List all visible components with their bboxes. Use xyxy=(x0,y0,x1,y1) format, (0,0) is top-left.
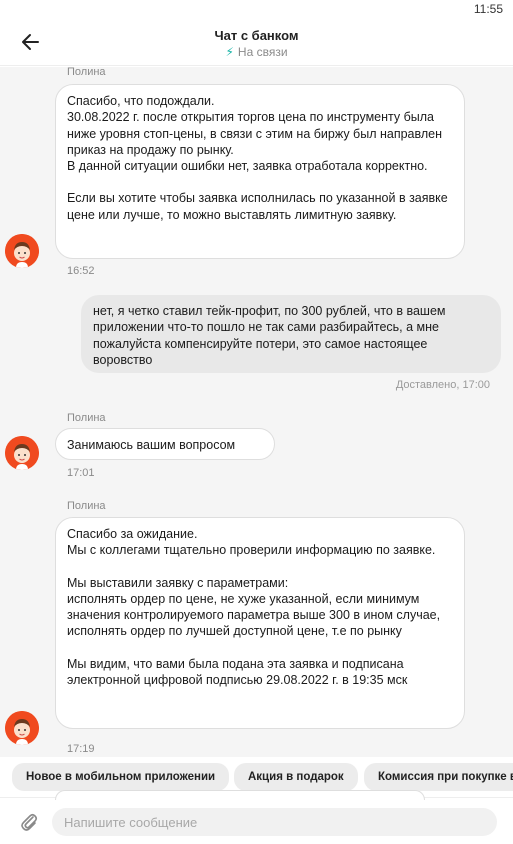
delivery-status: Доставлено, 17:00 xyxy=(395,379,490,391)
incoming-message: Спасибо, что подождали. 30.08.2022 г. по… xyxy=(55,84,465,259)
message-text: Мы видим, что вами была подана эта заявк… xyxy=(67,656,408,688)
message-sender: Полина xyxy=(67,67,106,78)
quick-reply-chip[interactable]: Новое в мобильном приложении xyxy=(12,763,230,791)
online-status: ⚡ На связи xyxy=(0,45,513,59)
paperclip-icon xyxy=(21,813,38,831)
message-text: Занимаюсь вашим вопросом xyxy=(67,438,236,452)
message-composer xyxy=(0,790,513,844)
partial-message-bubble xyxy=(55,790,425,800)
operator-avatar-icon xyxy=(5,436,39,470)
message-text: Спасибо, что подождали. 30.08.2022 г. по… xyxy=(67,94,442,174)
operator-avatar-icon xyxy=(5,234,39,268)
message-input[interactable] xyxy=(52,808,497,836)
attach-button[interactable] xyxy=(18,811,40,833)
quick-reply-chip[interactable]: Акция в подарок xyxy=(234,763,358,791)
message-time: 16:52 xyxy=(67,265,95,277)
message-sender: Полина xyxy=(67,412,106,424)
message-time: 17:19 xyxy=(67,743,95,755)
message-text: нет, я четко ставил тейк-профит, по 300 … xyxy=(93,304,446,367)
chat-messages[interactable]: Полина Спасибо, что подождали. 30.08.202… xyxy=(0,67,513,757)
online-status-label: На связи xyxy=(237,45,288,59)
status-time: 11:55 xyxy=(473,2,503,16)
incoming-message: Спасибо за ожидание. Мы с коллегами тщат… xyxy=(55,517,465,729)
quick-reply-chip[interactable]: Комиссия при покупке в xyxy=(364,763,513,791)
outgoing-message: нет, я четко ставил тейк-профит, по 300 … xyxy=(81,295,501,373)
chat-header: Чат с банком ⚡ На связи xyxy=(0,18,513,66)
message-text: Мы выставили заявку с параметрами: испол… xyxy=(67,575,441,639)
message-time: 17:01 xyxy=(67,467,95,479)
chat-title: Чат с банком xyxy=(214,28,299,43)
operator-avatar-icon xyxy=(5,711,39,745)
message-sender: Полина xyxy=(67,500,106,512)
lightning-icon: ⚡ xyxy=(225,45,234,59)
message-text: Если вы хотите чтобы заявка исполнилась … xyxy=(67,191,448,222)
incoming-message: Занимаюсь вашим вопросом xyxy=(55,428,275,460)
message-text: Спасибо за ожидание. Мы с коллегами тщат… xyxy=(67,527,436,558)
status-bar: 11:55 xyxy=(0,0,513,18)
